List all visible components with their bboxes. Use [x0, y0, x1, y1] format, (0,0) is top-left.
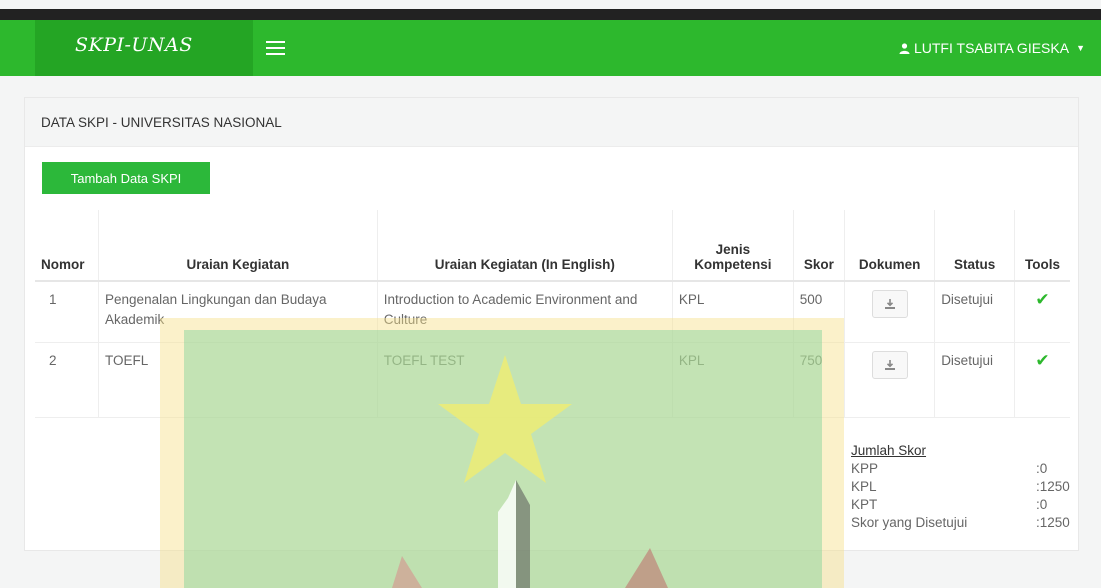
cell-nomor: 1 — [35, 280, 99, 343]
summary-label: Skor yang Disetujui — [851, 515, 968, 530]
summary-label: KPT — [851, 497, 878, 512]
table-row: 1 Pengenalan Lingkungan dan Budaya Akade… — [35, 280, 1070, 343]
check-icon[interactable]: ✔ — [1035, 351, 1049, 370]
top-strip — [0, 0, 1101, 9]
cell-uraian: Pengenalan Lingkungan dan Budaya Akademi… — [98, 280, 378, 343]
header-skor: Skor — [792, 210, 845, 282]
summary-label: KPL — [851, 479, 877, 494]
cell-jenis: KPL — [671, 280, 794, 343]
skpi-table: Nomor Uraian Kegiatan Uraian Kegiatan (I… — [35, 210, 1070, 418]
user-name: LUTFI TSABITA GIESKA — [913, 40, 1070, 56]
hamburger-menu-icon[interactable] — [264, 37, 288, 59]
cell-uraian: TOEFL — [98, 342, 378, 418]
header-uraian-en: Uraian Kegiatan (In English) — [376, 210, 673, 282]
navbar: SKPI-UNAS LUTFI TSABITA GIESKA ▼ — [0, 20, 1101, 76]
caret-down-icon: ▼ — [1076, 43, 1085, 53]
check-icon[interactable]: ✔ — [1035, 290, 1049, 309]
panel-heading: DATA SKPI - UNIVERSITAS NASIONAL — [25, 98, 1078, 147]
cell-jenis: KPL — [671, 342, 794, 418]
summary-value: :1250 — [1036, 479, 1070, 494]
header-status: Status — [934, 210, 1015, 282]
cell-nomor: 2 — [35, 342, 99, 418]
header-tools: Tools — [1014, 210, 1070, 282]
header-nomor: Nomor — [35, 210, 99, 282]
add-skpi-button[interactable]: Tambah Data SKPI — [42, 162, 210, 194]
skpi-panel: DATA SKPI - UNIVERSITAS NASIONAL Tambah … — [24, 97, 1079, 551]
cell-skor: 500 — [792, 280, 845, 343]
summary-value: :1250 — [1036, 515, 1070, 530]
summary-row-kpt: KPT :0 — [851, 496, 1066, 514]
summary-value: :0 — [1036, 497, 1048, 512]
download-button[interactable] — [871, 351, 908, 379]
header-uraian: Uraian Kegiatan — [98, 210, 378, 282]
brand-logo-text[interactable]: SKPI-UNAS — [75, 34, 193, 56]
summary-value: :0 — [1036, 461, 1048, 476]
brand-area: SKPI-UNAS — [35, 20, 253, 76]
download-button[interactable] — [871, 290, 908, 318]
cell-uraian-en: Introduction to Academic Environment and… — [376, 280, 673, 343]
header-dokumen: Dokumen — [844, 210, 935, 282]
table-header-row: Nomor Uraian Kegiatan Uraian Kegiatan (I… — [35, 210, 1070, 282]
cell-dokumen — [844, 342, 935, 418]
cell-dokumen — [844, 280, 935, 343]
cell-tools: ✔ — [1014, 342, 1070, 418]
summary-row-kpp: KPP :0 — [851, 460, 1066, 478]
summary-label: KPP — [851, 461, 879, 476]
cell-uraian-en: TOEFL TEST — [376, 342, 673, 418]
window-top-bar — [0, 9, 1101, 20]
table-row: 2 TOEFL TOEFL TEST KPL 750 Disetujui ✔ — [35, 342, 1070, 418]
cell-status: Disetujui — [934, 280, 1015, 343]
user-menu[interactable]: LUTFI TSABITA GIESKA ▼ — [899, 40, 1085, 56]
panel-title: DATA SKPI - UNIVERSITAS NASIONAL — [41, 115, 282, 130]
summary-row-kpl: KPL :1250 — [851, 478, 1070, 496]
download-icon — [884, 360, 895, 370]
download-icon — [884, 299, 895, 309]
cell-skor: 750 — [792, 342, 845, 418]
summary-title: Jumlah Skor — [851, 443, 927, 458]
cell-tools: ✔ — [1014, 280, 1070, 343]
header-jenis: Jenis Kompetensi — [671, 210, 794, 282]
score-summary: Jumlah Skor KPP :0 KPL :1250 KPT :0 Skor… — [851, 443, 1070, 532]
summary-row-approved: Skor yang Disetujui :1250 — [851, 514, 1070, 532]
user-icon — [899, 42, 910, 54]
cell-status: Disetujui — [934, 342, 1015, 418]
